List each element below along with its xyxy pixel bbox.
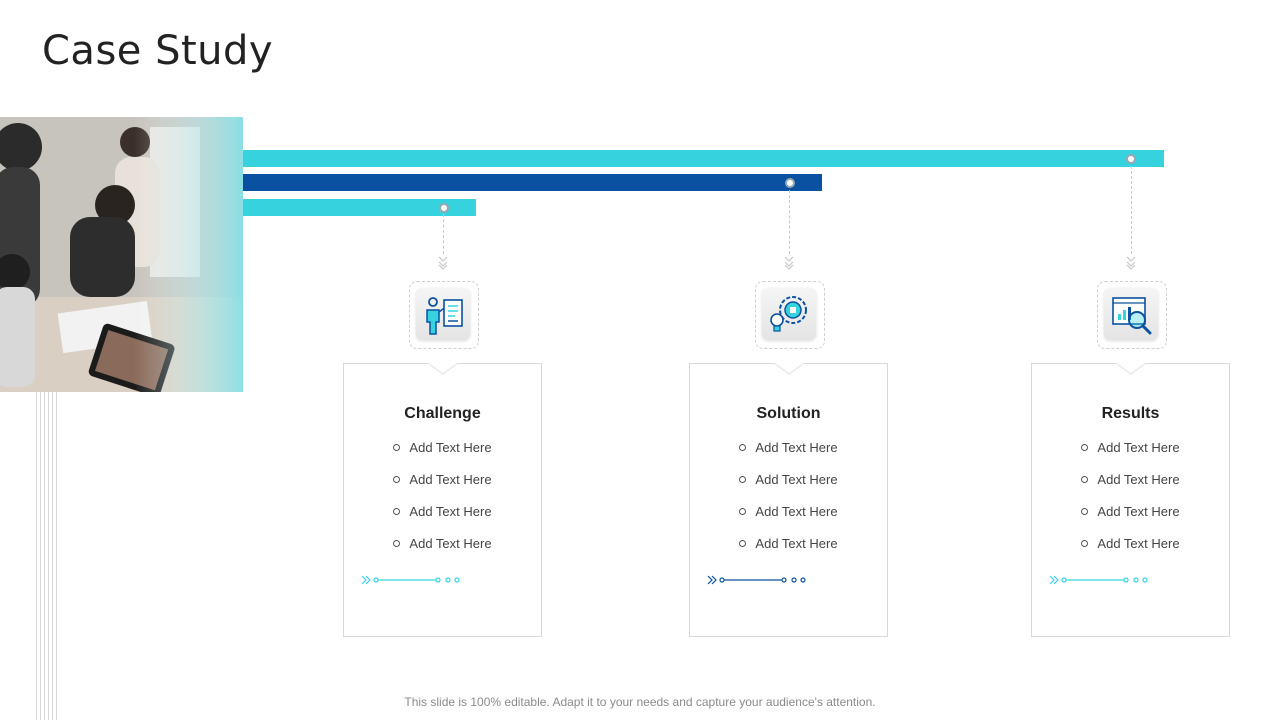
- card-results: Results Add Text Here Add Text Here Add …: [1031, 363, 1230, 637]
- list-item: Add Text Here: [1032, 502, 1229, 534]
- decorative-arrow-line: [361, 575, 460, 585]
- list-item: Add Text Here: [1032, 534, 1229, 566]
- card-title: Results: [1101, 405, 1160, 422]
- decorative-arrow-line: [1049, 575, 1148, 585]
- analytics-magnifier-icon: [1112, 297, 1152, 335]
- slide-footer: This slide is 100% editable. Adapt it to…: [404, 695, 876, 709]
- bar-marker-results: [1126, 154, 1136, 164]
- card-title: Challenge: [404, 405, 481, 422]
- gear-bulb-puzzle-icon: [770, 296, 807, 332]
- team-photo: [0, 117, 243, 392]
- card-title: Solution: [756, 405, 821, 422]
- list-item: Add Text Here: [690, 470, 887, 502]
- decorative-lines: [36, 392, 58, 720]
- chevron-down-icon: [438, 256, 448, 270]
- card-solution: Solution Add Text Here Add Text Here Add…: [689, 363, 888, 637]
- icon-box-solution: [755, 281, 825, 349]
- slide-title: Case Study: [42, 28, 274, 74]
- card-challenge: Challenge Add Text Here Add Text Here Ad…: [343, 363, 542, 637]
- chevron-down-icon: [1126, 256, 1136, 270]
- decorative-arrow-line: [707, 575, 806, 585]
- card-list: Add Text Here Add Text Here Add Text Her…: [344, 438, 541, 566]
- card-list: Add Text Here Add Text Here Add Text Her…: [690, 438, 887, 566]
- list-item: Add Text Here: [1032, 438, 1229, 470]
- list-item: Add Text Here: [1032, 470, 1229, 502]
- list-item: Add Text Here: [344, 502, 541, 534]
- connector-solution: [789, 190, 790, 254]
- card-list: Add Text Here Add Text Here Add Text Her…: [1032, 438, 1229, 566]
- connector-challenge: [443, 214, 444, 254]
- list-item: Add Text Here: [690, 502, 887, 534]
- icon-box-challenge: [409, 281, 479, 349]
- bar-marker-challenge: [439, 203, 449, 213]
- list-item: Add Text Here: [690, 438, 887, 470]
- bar-marker-solution: [785, 178, 795, 188]
- icon-box-results: [1097, 281, 1167, 349]
- list-item: Add Text Here: [344, 438, 541, 470]
- connector-results: [1131, 166, 1132, 254]
- progress-bar-solution: [243, 174, 822, 191]
- list-item: Add Text Here: [344, 534, 541, 566]
- progress-bar-results: [243, 150, 1164, 167]
- chevron-down-icon: [784, 256, 794, 270]
- presenter-chart-icon: [426, 297, 463, 335]
- team-photo-illustration: [0, 117, 243, 392]
- list-item: Add Text Here: [690, 534, 887, 566]
- list-item: Add Text Here: [344, 470, 541, 502]
